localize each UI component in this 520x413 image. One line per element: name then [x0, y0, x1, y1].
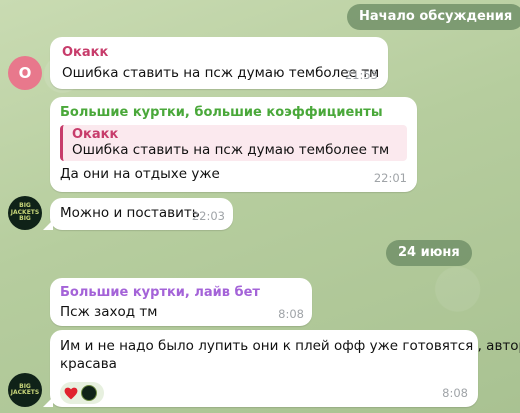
reactor-avatar[interactable]	[81, 385, 97, 401]
message-text: Можно и поставить	[60, 205, 200, 221]
message-big-jackets-followup[interactable]: Можно и поставить 22:03	[43, 198, 233, 230]
avatar-logo-text: BIG JACKETS BIG	[10, 202, 40, 223]
discussion-start-pill: Начало обсуждения	[347, 4, 520, 30]
reply-sender: Окакк	[72, 127, 119, 142]
message-time: 21:53	[344, 68, 378, 82]
message-big-jackets-live[interactable]: Большие куртки, лайв бет Псж заход тм 8:…	[50, 278, 312, 326]
message-big-jackets-reply[interactable]: Большие куртки, большие коэффициенты Ока…	[50, 97, 417, 192]
message-text: Ошибка ставить на псж думаю темболее тм	[62, 65, 380, 81]
message-text-line-1: Им и не надо было лупить они к плей офф …	[60, 338, 520, 354]
message-time: 8:08	[442, 386, 468, 400]
avatar-big-jackets[interactable]: BIG JACKETS	[8, 373, 42, 407]
message-sender[interactable]: Большие куртки, лайв бет	[60, 285, 260, 300]
bubble-tail	[43, 220, 53, 230]
avatar-big-jackets[interactable]: BIG JACKETS BIG	[8, 196, 42, 230]
bubble-tail	[43, 397, 53, 407]
message-time: 22:01	[373, 171, 407, 185]
message-text: Да они на отдыхе уже	[60, 166, 220, 182]
message-text-line-2: красава	[60, 356, 117, 372]
avatar-letter: О	[18, 64, 32, 82]
message-sender[interactable]: Большие куртки, большие коэффициенты	[60, 105, 383, 120]
message-author-praise[interactable]: Им и не надо было лупить они к плей офф …	[43, 330, 520, 407]
heart-icon	[64, 387, 78, 399]
reaction-heart[interactable]	[60, 382, 104, 404]
message-okakk[interactable]: Окакк Ошибка ставить на псж думаю тембол…	[50, 37, 388, 89]
reply-text: Ошибка ставить на псж думаю темболее тм	[72, 142, 390, 158]
avatar-okakk[interactable]: О	[8, 56, 42, 90]
reply-quote[interactable]: Окакк Ошибка ставить на псж думаю тембол…	[60, 125, 407, 161]
message-text: Псж заход тм	[60, 304, 158, 320]
message-time: 8:08	[278, 307, 304, 321]
message-sender[interactable]: Окакк	[62, 45, 108, 60]
message-time: 22:03	[191, 209, 225, 223]
date-pill-june-24: 24 июня	[386, 240, 472, 266]
avatar-logo-text: BIG JACKETS	[10, 382, 40, 396]
